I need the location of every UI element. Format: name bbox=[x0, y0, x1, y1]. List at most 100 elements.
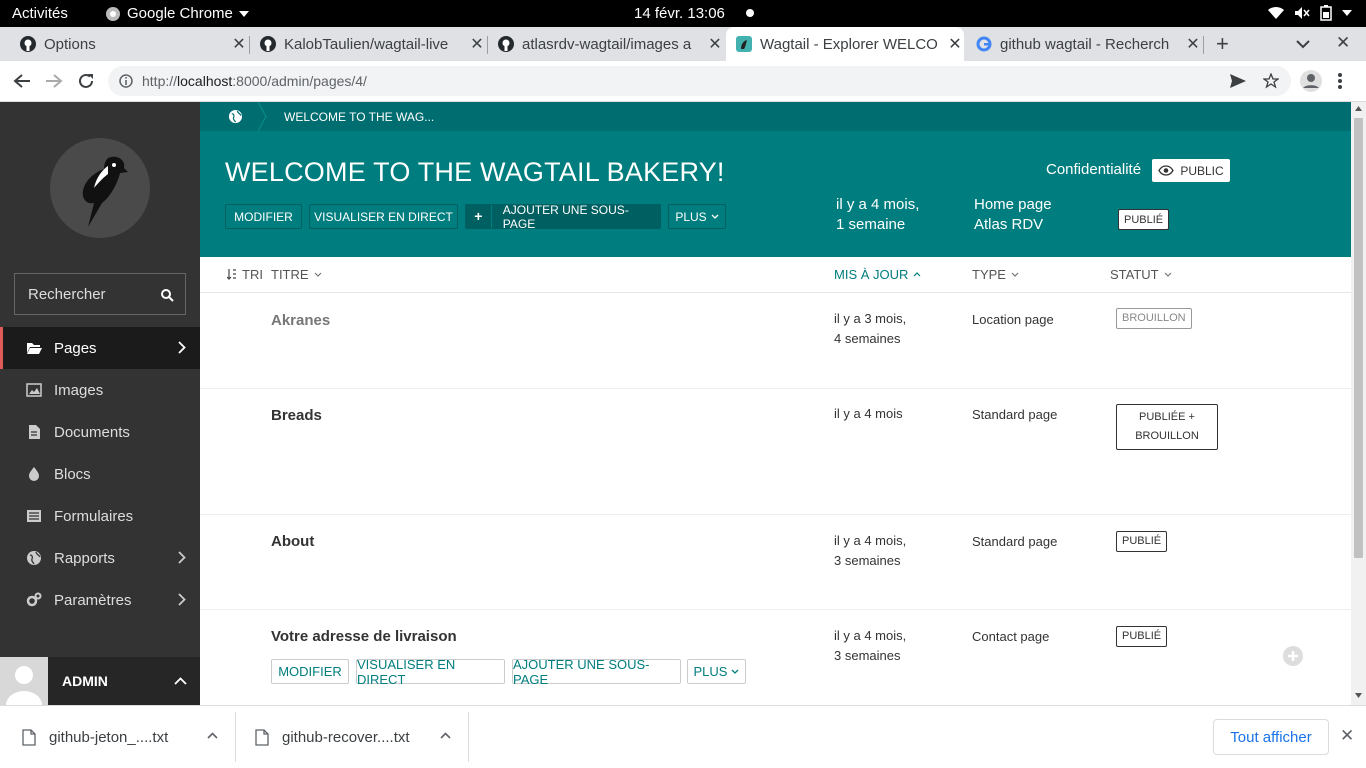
forward-icon[interactable] bbox=[45, 73, 63, 89]
add-child-page-button[interactable]: + AJOUTER UNE SOUS-PAGE bbox=[465, 203, 661, 231]
row-edit-button[interactable]: MODIFIER bbox=[271, 659, 349, 684]
privacy-button[interactable]: PUBLIC bbox=[1152, 159, 1230, 182]
add-child-icon[interactable] bbox=[1283, 646, 1303, 666]
search-input[interactable]: Rechercher bbox=[28, 286, 106, 303]
avatar bbox=[0, 657, 48, 705]
show-all-downloads-button[interactable]: Tout afficher bbox=[1213, 719, 1329, 755]
row-add-child-button[interactable]: AJOUTER UNE SOUS-PAGE bbox=[512, 657, 681, 687]
menu-kebab-icon[interactable] bbox=[1337, 72, 1343, 90]
tab-google-search[interactable]: github wagtail - Recherch ✕ bbox=[966, 27, 1202, 61]
sidebar-item-label: Documents bbox=[54, 423, 130, 441]
edit-button[interactable]: MODIFIER bbox=[225, 204, 302, 229]
updated-line-1: il y a 4 mois, bbox=[834, 533, 907, 548]
notification-dot bbox=[746, 9, 754, 17]
sidebar-item-documents[interactable]: Documents bbox=[0, 411, 200, 453]
chevron-down-icon bbox=[1011, 272, 1019, 277]
scroll-up-icon[interactable] bbox=[1355, 106, 1362, 111]
send-icon[interactable] bbox=[1230, 74, 1246, 88]
tab-title: Wagtail - Explorer WELCO bbox=[760, 35, 938, 53]
clock[interactable]: 14 févr. 13:06 bbox=[634, 5, 725, 22]
system-tray[interactable] bbox=[1268, 5, 1352, 21]
wagtail-icon bbox=[736, 36, 752, 52]
sidebar-item-rapports[interactable]: Rapports bbox=[0, 537, 200, 579]
table-row[interactable]: Breads il y a 4 mois Standard page PUBLI… bbox=[200, 389, 1351, 515]
close-icon[interactable]: ✕ bbox=[468, 34, 486, 54]
sidebar-item-pages[interactable]: Pages bbox=[0, 327, 200, 369]
profile-avatar-icon[interactable] bbox=[1300, 70, 1322, 92]
tab-wagtail-live[interactable]: KalobTaulien/wagtail-live ✕ bbox=[250, 27, 486, 61]
tab-title: Options bbox=[44, 35, 96, 53]
more-button[interactable]: PLUS bbox=[668, 204, 726, 229]
info-icon[interactable] bbox=[119, 74, 133, 88]
page-link[interactable]: Votre adresse de livraison bbox=[271, 628, 457, 645]
user-avatar-icon bbox=[0, 657, 48, 705]
page-title: WELCOME TO THE WAGTAIL BAKERY! bbox=[225, 157, 725, 187]
close-window-button[interactable]: ✕ bbox=[1336, 33, 1350, 53]
globe-icon bbox=[27, 551, 41, 565]
close-download-bar-button[interactable]: ✕ bbox=[1340, 726, 1354, 746]
close-icon[interactable]: ✕ bbox=[230, 34, 248, 54]
view-live-button[interactable]: VISUALISER EN DIRECT bbox=[309, 204, 458, 229]
bookmark-star-icon[interactable] bbox=[1263, 73, 1279, 89]
sidebar-item-label: Rapports bbox=[54, 549, 115, 567]
tab-wagtail-explorer[interactable]: Wagtail - Explorer WELCO ✕ bbox=[726, 27, 964, 61]
tab-atlasrdv-images[interactable]: atlasrdv-wagtail/images a ✕ bbox=[488, 27, 724, 61]
column-type[interactable]: TYPE bbox=[972, 267, 1019, 282]
row-view-live-button[interactable]: VISUALISER EN DIRECT bbox=[356, 657, 505, 687]
scrollbar[interactable] bbox=[1351, 102, 1366, 705]
activities-button[interactable]: Activités bbox=[12, 5, 68, 22]
close-icon[interactable]: ✕ bbox=[1184, 34, 1202, 54]
table-row[interactable]: Votre adresse de livraison il y a 4 mois… bbox=[200, 610, 1351, 705]
address-bar[interactable]: http://localhost:8000/admin/pages/4/ bbox=[108, 66, 1291, 96]
breadcrumb-separator bbox=[258, 102, 267, 131]
page-link[interactable]: Akranes bbox=[271, 312, 330, 329]
sidebar-item-label: Paramètres bbox=[54, 591, 132, 609]
row-more-button[interactable]: PLUS bbox=[687, 659, 746, 684]
sidebar-search[interactable]: Rechercher bbox=[14, 273, 186, 315]
column-title[interactable]: TITRE bbox=[271, 267, 322, 282]
tab-title: github wagtail - Recherch bbox=[1000, 35, 1170, 53]
page-link[interactable]: Breads bbox=[271, 407, 322, 424]
table-row[interactable]: About il y a 4 mois, 3 semaines Standard… bbox=[200, 515, 1351, 610]
account-menu[interactable]: ADMIN bbox=[0, 657, 200, 705]
column-updated[interactable]: MIS À JOUR bbox=[834, 267, 921, 282]
row-type: Location page bbox=[972, 312, 1054, 327]
scroll-down-icon[interactable] bbox=[1355, 693, 1362, 698]
sort-toggle[interactable]: TRI bbox=[227, 267, 263, 282]
cogs-icon bbox=[26, 592, 42, 607]
github-icon bbox=[498, 36, 514, 52]
sidebar: Rechercher Pages Images Documents Blocs … bbox=[0, 102, 200, 705]
eye-icon bbox=[1158, 165, 1175, 176]
new-tab-button[interactable]: + bbox=[1216, 31, 1229, 57]
back-icon[interactable] bbox=[13, 73, 31, 89]
globe-icon[interactable] bbox=[228, 109, 243, 124]
sidebar-item-blocs[interactable]: Blocs bbox=[0, 453, 200, 495]
sidebar-item-parametres[interactable]: Paramètres bbox=[0, 579, 200, 621]
reload-icon[interactable] bbox=[77, 72, 95, 90]
column-status[interactable]: STATUT bbox=[1110, 267, 1172, 282]
chevron-up-icon[interactable] bbox=[207, 732, 218, 739]
scrollbar-thumb[interactable] bbox=[1354, 118, 1363, 558]
close-icon[interactable]: ✕ bbox=[706, 34, 724, 54]
row-updated: il y a 3 mois, 4 semaines bbox=[834, 309, 906, 349]
tab-search-icon[interactable] bbox=[1296, 39, 1310, 49]
url-host: localhost bbox=[177, 73, 233, 89]
download-item[interactable]: github-jeton_....txt bbox=[0, 706, 236, 768]
privacy-label: Confidentialité bbox=[1046, 161, 1142, 178]
breadcrumb-current[interactable]: WELCOME TO THE WAG... bbox=[284, 110, 434, 124]
download-separator bbox=[468, 712, 469, 762]
page-link[interactable]: About bbox=[271, 533, 314, 550]
tab-options[interactable]: Options ✕ bbox=[8, 27, 248, 61]
status-badge: PUBLIÉ bbox=[1118, 209, 1170, 230]
search-icon[interactable] bbox=[161, 289, 174, 302]
wagtail-logo[interactable] bbox=[50, 138, 150, 238]
download-item[interactable]: github-recover....txt bbox=[236, 706, 469, 768]
app-menu[interactable]: Google Chrome bbox=[105, 5, 249, 22]
sidebar-item-formulaires[interactable]: Formulaires bbox=[0, 495, 200, 537]
table-row[interactable]: Akranes il y a 3 mois, 4 semaines Locati… bbox=[200, 293, 1351, 389]
sidebar-item-images[interactable]: Images bbox=[0, 369, 200, 411]
battery-icon bbox=[1320, 5, 1332, 21]
form-icon bbox=[27, 510, 41, 522]
close-icon[interactable]: ✕ bbox=[946, 34, 964, 54]
chevron-up-icon[interactable] bbox=[440, 732, 451, 739]
